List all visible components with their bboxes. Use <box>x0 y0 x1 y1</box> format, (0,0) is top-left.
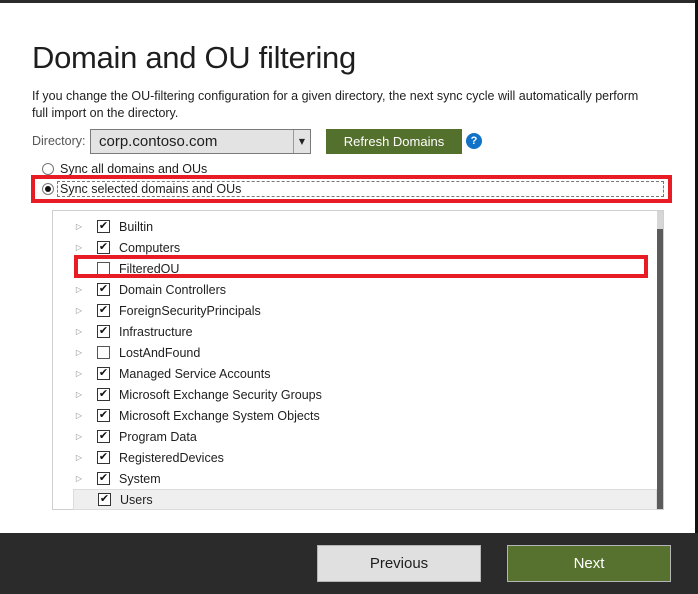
tree-item-label: Computers <box>119 240 181 255</box>
tree-item-label: Infrastructure <box>119 324 193 339</box>
expand-arrow-icon[interactable]: ▷ <box>75 285 83 294</box>
checkbox[interactable]: ✔ <box>97 409 110 422</box>
tree-item-label: Microsoft Exchange System Objects <box>119 408 320 423</box>
expand-arrow-icon[interactable]: ▷ <box>75 432 83 441</box>
expand-arrow-icon[interactable]: ▷ <box>75 243 83 252</box>
tree-item[interactable]: ▷ ✔ Program Data <box>73 426 657 447</box>
directory-select-value: corp.contoso.com <box>99 133 218 150</box>
checkbox[interactable]: ✔ <box>98 493 111 506</box>
checkbox[interactable]: ✔ <box>97 283 110 296</box>
help-icon[interactable]: ? <box>466 133 482 149</box>
checkbox[interactable]: ✔ <box>97 451 110 464</box>
tree-item[interactable]: ▷ ✔ Managed Service Accounts <box>73 363 657 384</box>
tree-item-label: LostAndFound <box>119 345 201 360</box>
checkbox[interactable]: ✔ <box>97 367 110 380</box>
page-title: Domain and OU filtering <box>32 40 356 75</box>
checkbox[interactable]: ✔ <box>97 241 110 254</box>
radio-sync-all[interactable]: Sync all domains and OUs <box>42 162 207 176</box>
highlight-annotation-filtered-ou <box>74 255 648 278</box>
expand-arrow-icon[interactable]: ▷ <box>75 348 83 357</box>
tree-item[interactable]: ▷ ✔ Microsoft Exchange System Objects <box>73 405 657 426</box>
tree-item-label: System <box>119 471 161 486</box>
tree-item-label: Users <box>120 492 153 507</box>
tree-item-label: Builtin <box>119 219 154 234</box>
checkbox[interactable]: ✔ <box>97 304 110 317</box>
expand-arrow-icon[interactable]: ▷ <box>75 369 83 378</box>
radio-label: Sync all domains and OUs <box>60 162 208 176</box>
directory-label: Directory: <box>32 134 86 148</box>
window-top-bar <box>0 0 698 3</box>
expand-arrow-icon[interactable]: ▷ <box>75 411 83 420</box>
radio-button[interactable] <box>42 163 54 175</box>
directory-select[interactable]: corp.contoso.com ▼ <box>90 129 311 154</box>
expand-arrow-icon[interactable]: ▷ <box>75 327 83 336</box>
tree-item-label: Managed Service Accounts <box>119 366 271 381</box>
checkbox[interactable]: ✔ <box>97 430 110 443</box>
refresh-domains-button[interactable]: Refresh Domains <box>326 129 462 154</box>
previous-button[interactable]: Previous <box>317 545 481 582</box>
expand-arrow-icon[interactable]: ▷ <box>75 222 83 231</box>
tree-item[interactable]: ▷ ✔ ForeignSecurityPrincipals <box>73 300 657 321</box>
next-button[interactable]: Next <box>507 545 671 582</box>
page-description: If you change the OU-filtering configura… <box>32 89 639 120</box>
tree-item[interactable]: ▷ ✔ Builtin <box>73 216 657 237</box>
expand-arrow-icon[interactable]: ▷ <box>75 306 83 315</box>
tree-item-label: Microsoft Exchange Security Groups <box>119 387 322 402</box>
checkbox[interactable]: ✔ <box>97 472 110 485</box>
tree-item-label: Program Data <box>119 429 197 444</box>
tree-item[interactable]: ▷ ✔ Infrastructure <box>73 321 657 342</box>
tree-item[interactable]: ▷ LostAndFound <box>73 342 657 363</box>
tree-item[interactable]: ▷ ✔ Microsoft Exchange Security Groups <box>73 384 657 405</box>
expand-arrow-icon[interactable]: ▷ <box>75 474 83 483</box>
highlight-annotation-sync-selected <box>31 175 672 203</box>
checkbox[interactable] <box>97 346 110 359</box>
tree-item[interactable]: ▷✔Users <box>73 489 657 510</box>
checkbox[interactable]: ✔ <box>97 325 110 338</box>
tree-item[interactable]: ▷ ✔ Domain Controllers <box>73 279 657 300</box>
checkbox[interactable]: ✔ <box>97 220 110 233</box>
tree-item[interactable]: ▷ ✔ System <box>73 468 657 489</box>
tree-item-label: Domain Controllers <box>119 282 226 297</box>
expand-arrow-icon[interactable]: ▷ <box>75 453 83 462</box>
tree-item-label: RegisteredDevices <box>119 450 224 465</box>
expand-arrow-icon[interactable]: ▷ <box>75 390 83 399</box>
tree-scrollbar-thumb[interactable] <box>657 229 663 509</box>
checkbox[interactable]: ✔ <box>97 388 110 401</box>
chevron-down-icon[interactable]: ▼ <box>293 130 310 153</box>
tree-item[interactable]: ▷ ✔ RegisteredDevices <box>73 447 657 468</box>
tree-item-label: ForeignSecurityPrincipals <box>119 303 261 318</box>
